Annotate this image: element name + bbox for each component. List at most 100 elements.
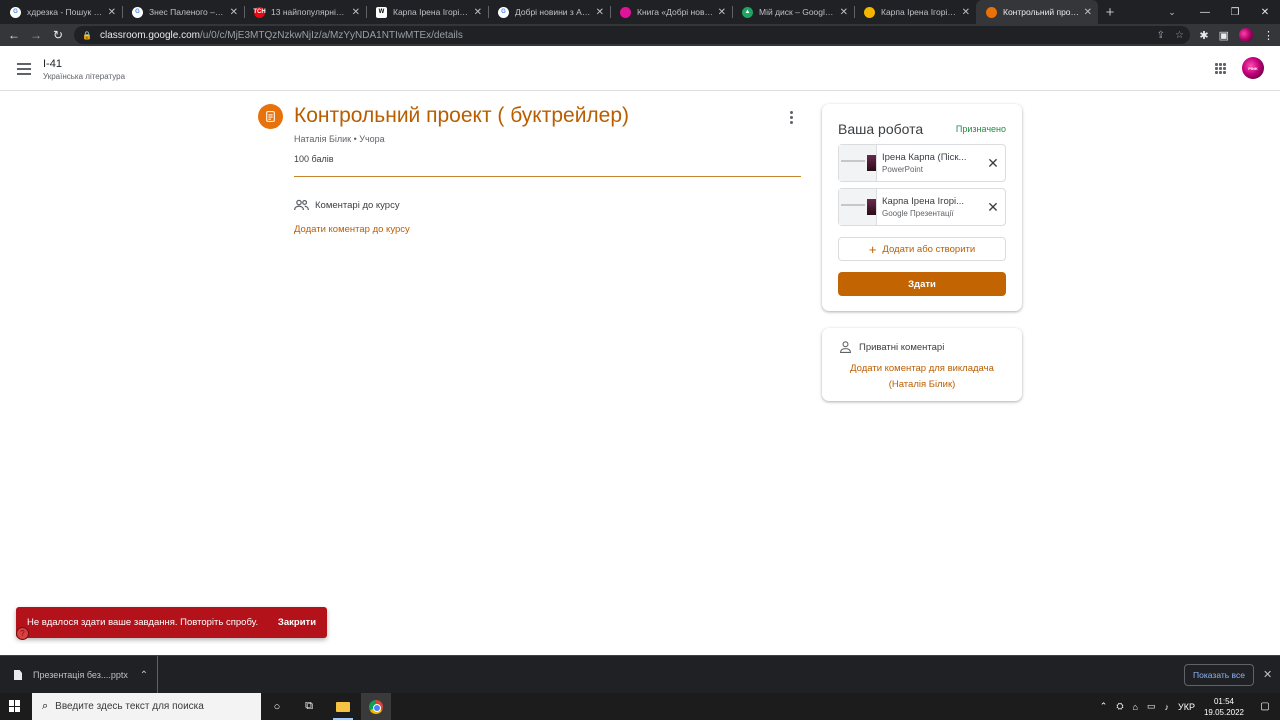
reload-icon[interactable]: ↻ — [47, 24, 69, 46]
browser-tab[interactable]: Карпа Ірена Ігорівна ✕ — [854, 0, 976, 24]
browser-tab[interactable]: G Знес Паленого – Пош ✕ — [122, 0, 244, 24]
attachment-item[interactable]: Карпа Ірена Ігорі... Google Презентації … — [838, 188, 1006, 226]
browser-menu-icon[interactable]: ⋮ — [1263, 29, 1274, 42]
battery-icon[interactable]: ▭ — [1147, 701, 1156, 712]
profile-avatar[interactable] — [1239, 28, 1253, 42]
account-avatar[interactable]: PINK — [1242, 57, 1264, 79]
assignment-points: 100 балів — [294, 154, 334, 164]
tab-title: Добрі новини з Арал — [515, 7, 592, 17]
browser-tab-strip: Gхдрезка - Пошук Goo ✕ G Знес Паленого – По… — [0, 0, 1280, 24]
new-tab-icon[interactable]: + — [1100, 0, 1120, 24]
taskbar-search-placeholder: Введите здесь текст для поиска — [55, 701, 204, 712]
tab-close-icon[interactable]: ✕ — [596, 7, 604, 18]
tab-title: Карпа Ірена Ігорівна — [881, 7, 958, 17]
forward-icon[interactable]: → — [25, 24, 47, 46]
browser-tab[interactable]: ▲ Мій диск – Google Ди ✕ — [732, 0, 854, 24]
browser-toolbar: ← → ↻ 🔒 classroom.google.com /u/0/c/MjE3… — [0, 24, 1280, 46]
help-icon[interactable]: ? — [16, 627, 29, 640]
wikipedia-icon: W — [376, 6, 387, 18]
onedrive-icon[interactable]: ⛭ — [1116, 701, 1123, 712]
close-window-icon[interactable]: ✕ — [1250, 0, 1280, 24]
taskbar-search-input[interactable]: ⌕ Введите здесь текст для поиска — [32, 693, 261, 720]
close-downloads-icon[interactable]: ✕ — [1263, 668, 1272, 681]
class-name[interactable]: І-41 — [43, 58, 62, 70]
tab-close-icon[interactable]: ✕ — [962, 7, 970, 18]
tab-title: хдрезка - Пошук Goo — [27, 7, 104, 17]
network-icon[interactable]: ⌂ — [1133, 702, 1138, 712]
download-item[interactable]: Презентація без....pptx ⌃ — [0, 656, 158, 694]
url-domain: classroom.google.com — [99, 29, 201, 41]
browser-tab[interactable]: Контрольний проект ✕ — [976, 0, 1098, 24]
plus-icon: + — [868, 241, 877, 257]
minimize-icon[interactable]: — — [1190, 0, 1220, 24]
your-work-title: Ваша робота — [838, 121, 924, 137]
private-comments-heading: Приватні коментарі — [840, 341, 944, 353]
tab-close-icon[interactable]: ✕ — [352, 7, 360, 18]
downloads-bar: Презентація без....pptx ⌃ Показать все ✕ — [0, 655, 1280, 694]
tab-close-icon[interactable]: ✕ — [718, 7, 726, 18]
task-view-icon[interactable]: ⧉ — [294, 693, 324, 720]
browser-tab[interactable]: G Добрі новини з Арал ✕ — [488, 0, 610, 24]
add-or-create-button[interactable]: + Додати або створити — [838, 237, 1006, 261]
classroom-header: І-41 Українська література PINK — [0, 46, 1280, 91]
tray-chevron-icon[interactable]: ⌃ — [1100, 701, 1108, 712]
lock-icon: 🔒 — [82, 30, 92, 40]
back-icon[interactable]: ← — [3, 24, 25, 46]
add-private-comment-link[interactable]: Додати коментар для викладача (Наталія Б… — [822, 361, 1022, 393]
browser-tab[interactable]: Книга «Добрі новини ✕ — [610, 0, 732, 24]
google-slides-icon — [864, 6, 875, 18]
tab-search-icon[interactable]: ⌄ — [1162, 0, 1182, 24]
file-explorer-icon[interactable] — [328, 693, 358, 720]
attachment-name: Ірена Карпа (Піск... — [882, 152, 967, 163]
browser-tab[interactable]: W Карпа Ірена Ігорівна ✕ — [366, 0, 488, 24]
volume-icon[interactable]: ♪ — [1164, 702, 1169, 712]
attachment-name: Карпа Ірена Ігорі... — [882, 196, 965, 207]
share-icon[interactable]: ⇪ — [1157, 30, 1165, 41]
course-comments-heading: Коментарі до курсу — [294, 199, 400, 211]
extensions-icon[interactable]: ✱ — [1199, 29, 1208, 42]
chevron-up-icon[interactable]: ⌃ — [131, 670, 157, 681]
side-panel-icon[interactable]: ▣ — [1219, 29, 1229, 42]
bookmark-star-icon[interactable]: ☆ — [1175, 30, 1184, 41]
add-course-comment-link[interactable]: Додати коментар до курсу — [294, 224, 410, 235]
attachment-thumbnail — [839, 145, 877, 181]
remove-attachment-icon[interactable]: ✕ — [981, 199, 1005, 216]
tab-title: Знес Паленого – Пош — [149, 7, 226, 17]
snackbar-close-button[interactable]: Закрити — [267, 617, 327, 628]
input-language[interactable]: УКР — [1178, 702, 1195, 712]
windows-start-icon[interactable] — [9, 700, 21, 712]
assignment-title: Контрольний проект ( буктрейлер) — [294, 104, 630, 127]
snackbar-message: Не вдалося здати ваше завдання. Повторіт… — [27, 617, 259, 628]
address-bar[interactable]: 🔒 classroom.google.com /u/0/c/MjE3MTQzNz… — [74, 26, 1190, 44]
your-work-card: Ваша робота Призначено Ірена Карпа (Піск… — [822, 104, 1022, 311]
tab-title: Мій диск – Google Ди — [759, 7, 836, 17]
url-path: /u/0/c/MjE3MTQzNzkwNjIz/a/MzYyNDA1NTIwMT… — [200, 29, 463, 41]
cortana-icon[interactable]: ○ — [262, 693, 292, 720]
download-filename: Презентація без....pptx — [33, 670, 128, 680]
chrome-icon[interactable] — [361, 693, 391, 720]
attachment-type: PowerPoint — [882, 165, 923, 174]
people-icon — [294, 199, 309, 211]
restore-icon[interactable]: ❐ — [1220, 0, 1250, 24]
book-site-icon — [620, 6, 631, 18]
tab-close-icon[interactable]: ✕ — [108, 7, 116, 18]
more-options-icon[interactable] — [790, 111, 794, 126]
tab-close-icon[interactable]: ✕ — [840, 7, 848, 18]
submit-button[interactable]: Здати — [838, 272, 1006, 296]
notifications-icon[interactable]: ▢ — [1256, 701, 1274, 712]
main-menu-icon[interactable] — [17, 63, 31, 78]
tsn-icon: ТСН — [253, 6, 266, 18]
show-all-downloads-button[interactable]: Показать все — [1184, 664, 1254, 686]
attachment-item[interactable]: Ірена Карпа (Піск... PowerPoint ✕ — [838, 144, 1006, 182]
tab-close-icon[interactable]: ✕ — [1084, 7, 1092, 18]
window-controls: — ❐ ✕ — [1190, 0, 1280, 24]
browser-tab[interactable]: Gхдрезка - Пошук Goo ✕ — [0, 0, 122, 24]
google-apps-icon[interactable] — [1215, 63, 1226, 74]
clock[interactable]: 01:54 19.05.2022 — [1204, 696, 1244, 718]
google-drive-icon: ▲ — [742, 6, 753, 18]
private-comments-label: Приватні коментарі — [859, 341, 945, 353]
remove-attachment-icon[interactable]: ✕ — [981, 155, 1005, 172]
tab-close-icon[interactable]: ✕ — [474, 7, 482, 18]
browser-tab[interactable]: ТСН 13 найпопулярніших ✕ — [244, 0, 366, 24]
tab-close-icon[interactable]: ✕ — [230, 7, 238, 18]
